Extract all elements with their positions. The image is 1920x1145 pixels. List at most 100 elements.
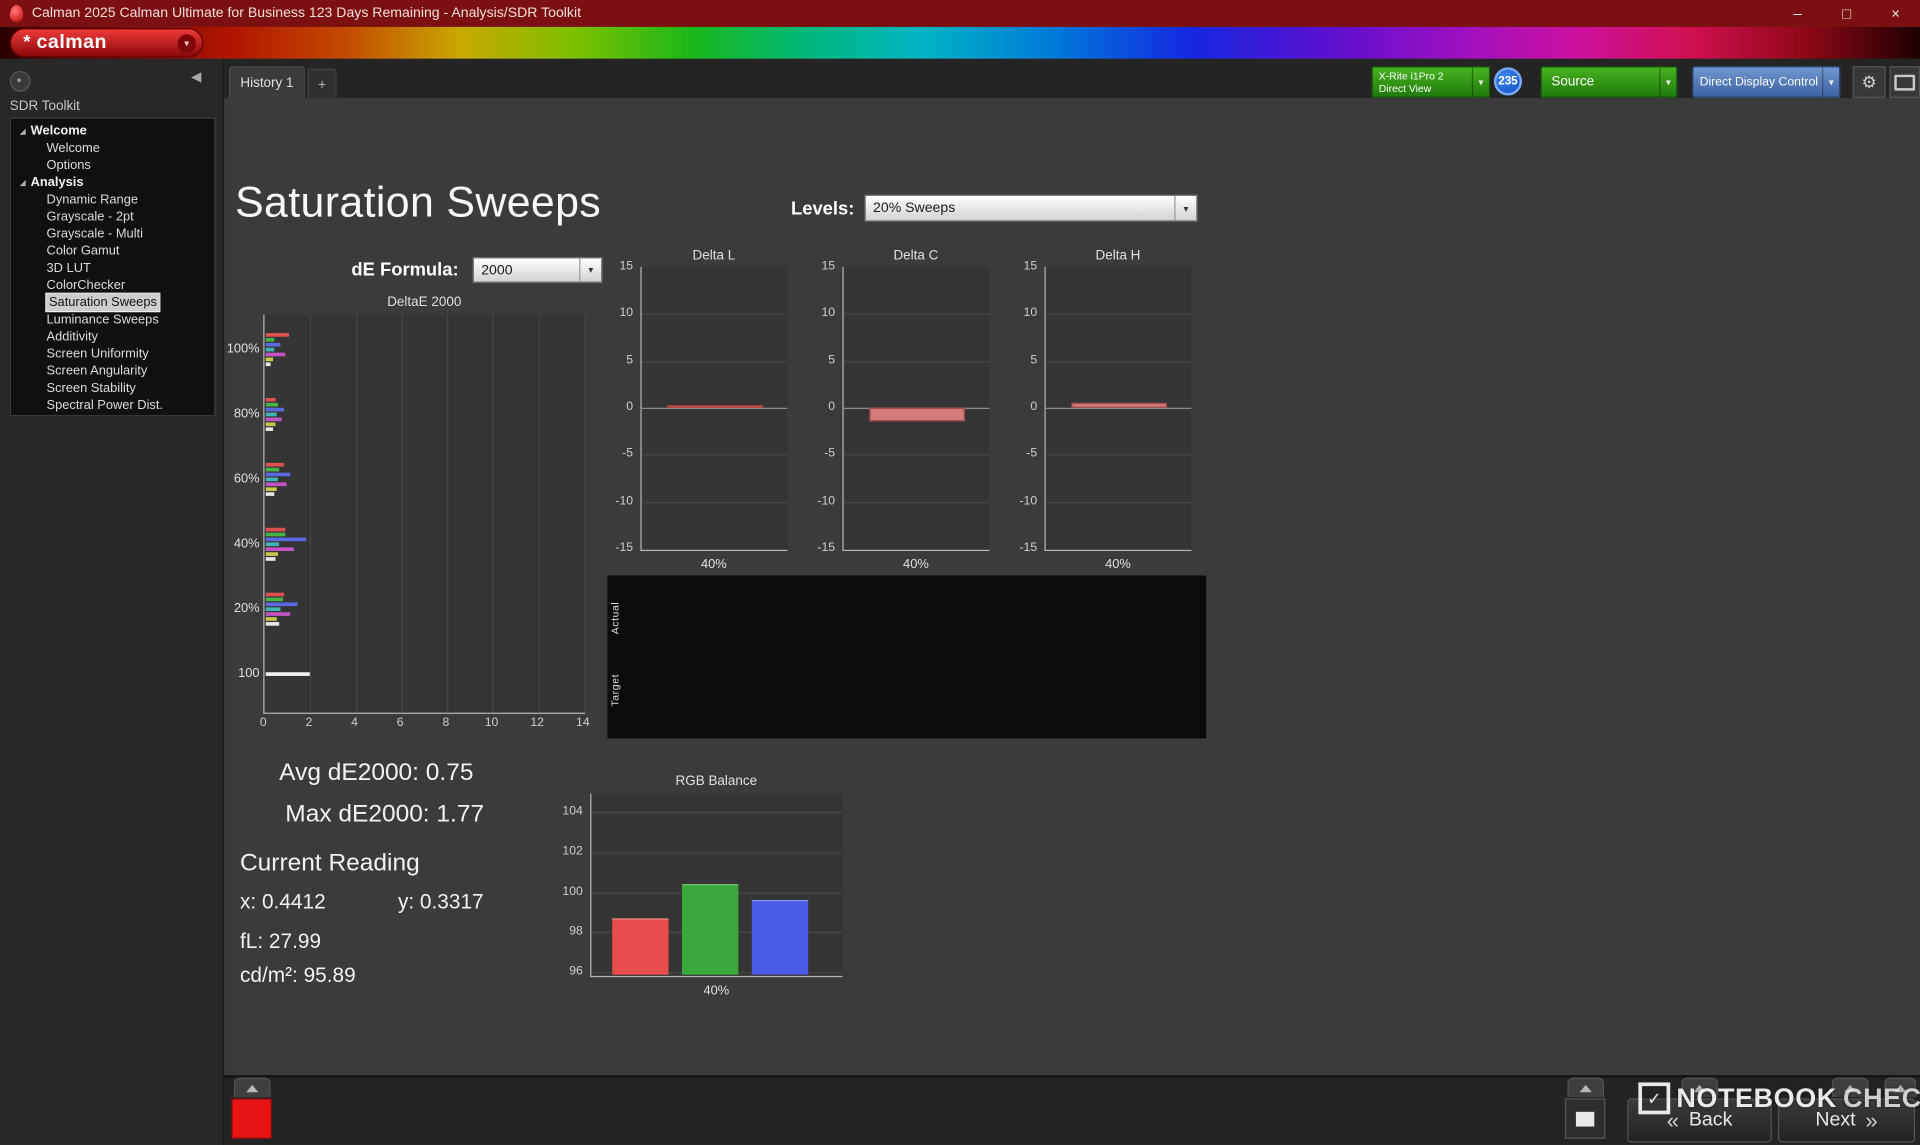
calman-menu-button[interactable]: * calman ▾ xyxy=(10,28,203,57)
brand-chevron-down-icon[interactable]: ▾ xyxy=(178,34,196,52)
display-select-button[interactable] xyxy=(1565,1098,1605,1138)
deltae-bar xyxy=(266,557,276,561)
sidebar-item-grayscale-2pt[interactable]: Grayscale - 2pt xyxy=(11,208,214,225)
meter-chevron-down-icon[interactable]: ▾ xyxy=(1472,67,1489,96)
sdr-tree: WelcomeWelcomeOptionsAnalysisDynamic Ran… xyxy=(10,118,216,417)
y-axis-tick-label: 96 xyxy=(546,965,583,978)
delta-h-title: Delta H xyxy=(1044,249,1191,264)
current-patch-button[interactable] xyxy=(231,1098,271,1138)
deltae-bar xyxy=(266,413,276,417)
sidebar-item-spectral-power-dist[interactable]: Spectral Power Dist. xyxy=(11,397,214,414)
sidebar-item-dynamic-range[interactable]: Dynamic Range xyxy=(11,191,214,208)
deltae-plot xyxy=(263,315,585,714)
y-axis-tick-label: 10 xyxy=(1000,307,1037,320)
delta-l-plot xyxy=(640,267,787,551)
y-axis-tick-label: -5 xyxy=(1000,447,1037,460)
calman-star-icon: * xyxy=(23,37,30,49)
sidebar-item-luminance-sweeps[interactable]: Luminance Sweeps xyxy=(11,311,214,328)
max-de2000: Max dE2000: 1.77 xyxy=(285,801,484,829)
sidebar-item-saturation-sweeps[interactable]: Saturation Sweeps xyxy=(11,294,214,311)
sidebar-item-screen-stability[interactable]: Screen Stability xyxy=(11,380,214,397)
notebookcheck-watermark: ✓ NOTEBOOK CHECK xyxy=(1638,1082,1920,1114)
levels-value: 20% Sweeps xyxy=(866,201,956,216)
grid-line xyxy=(1046,361,1192,362)
sidebar-item-options[interactable]: Options xyxy=(11,157,214,174)
titlebar: Calman 2025 Calman Ultimate for Business… xyxy=(0,0,1920,27)
sidebar-item-grayscale-multi[interactable]: Grayscale - Multi xyxy=(11,225,214,242)
settings-button[interactable]: ⚙ xyxy=(1853,66,1886,98)
close-button[interactable]: × xyxy=(1871,0,1920,27)
maximize-button[interactable]: □ xyxy=(1822,0,1871,27)
grid-line xyxy=(1046,314,1192,315)
sidebar-item-welcome[interactable]: Welcome xyxy=(11,122,214,139)
patch-eject-tab[interactable] xyxy=(234,1078,271,1098)
deltae-bar xyxy=(266,422,276,426)
deltae-bar xyxy=(266,478,278,482)
source-chevron-down-icon[interactable]: ▾ xyxy=(1659,67,1676,96)
delta-l-title: Delta L xyxy=(640,249,787,264)
sidebar-item-label: Welcome xyxy=(31,122,87,139)
de-formula-label: dE Formula: xyxy=(351,260,458,281)
y-axis-tick-label: 0 xyxy=(1000,400,1037,413)
display-control-dropdown[interactable]: Direct Display Control ▾ xyxy=(1692,66,1840,98)
gear-icon: ⚙ xyxy=(1861,72,1876,93)
expander-icon[interactable] xyxy=(20,128,26,134)
grid-line xyxy=(1046,408,1192,409)
y-axis-tick-label: 10 xyxy=(596,307,633,320)
display-control-label: Direct Display Control xyxy=(1693,75,1818,88)
y-axis-tick-label: 5 xyxy=(1000,353,1037,366)
rgb-bar-blue xyxy=(752,900,808,975)
grid-line xyxy=(591,812,842,813)
grid-line xyxy=(591,852,842,853)
deltae-bar xyxy=(266,547,294,551)
display-control-chevron-down-icon[interactable]: ▾ xyxy=(1822,67,1839,96)
de-formula-dropdown[interactable]: 2000 ▾ xyxy=(473,257,603,283)
deltae-bar xyxy=(266,362,271,366)
grid-line xyxy=(447,315,448,713)
pin-button[interactable] xyxy=(10,71,31,92)
check-icon: ✓ xyxy=(1647,1088,1661,1109)
add-tab-button[interactable]: + xyxy=(307,69,336,98)
deltae-bar xyxy=(266,482,287,486)
deltae-bar xyxy=(266,353,285,357)
y-axis-tick-label: 100 xyxy=(208,666,259,681)
display-eject-tab[interactable] xyxy=(1567,1078,1604,1098)
calman-drop-icon xyxy=(10,5,23,22)
y-axis-tick-label: 5 xyxy=(596,353,633,366)
source-label: Source xyxy=(1542,75,1594,90)
sidebar-item-additivity[interactable]: Additivity xyxy=(11,328,214,345)
x-axis-tick-label: 40% xyxy=(590,983,842,998)
current-reading-title: Current Reading xyxy=(240,850,420,878)
delta-h-bar xyxy=(1071,403,1167,408)
sidebar-item-screen-uniformity[interactable]: Screen Uniformity xyxy=(11,345,214,362)
sidebar-item-label: ColorChecker xyxy=(47,277,126,294)
rainbow-banner xyxy=(0,27,1920,59)
tab-history-1[interactable]: History 1 xyxy=(229,66,305,98)
deltae-bar xyxy=(266,398,276,402)
deltae-bar xyxy=(266,528,286,532)
sidebar-item-color-gamut[interactable]: Color Gamut xyxy=(11,242,214,259)
y-axis-tick-label: -15 xyxy=(798,541,835,554)
sidebar-item-analysis[interactable]: Analysis xyxy=(11,174,214,191)
notebookcheck-logo-icon: ✓ xyxy=(1638,1082,1670,1114)
sidebar-item-colorchecker[interactable]: ColorChecker xyxy=(11,277,214,294)
y-axis-tick-label: 15 xyxy=(596,260,633,273)
sidebar-item-welcome[interactable]: Welcome xyxy=(11,140,214,157)
grid-line xyxy=(642,408,788,409)
sidebar-item-3d-lut[interactable]: 3D LUT xyxy=(11,260,214,277)
sidebar-item-screen-angularity[interactable]: Screen Angularity xyxy=(11,362,214,379)
levels-dropdown[interactable]: 20% Sweeps ▾ xyxy=(864,195,1197,222)
expander-icon[interactable] xyxy=(20,179,26,185)
levels-chevron-down-icon[interactable]: ▾ xyxy=(1174,196,1196,220)
display-mode-button[interactable] xyxy=(1889,66,1920,98)
sidebar-collapse-button[interactable]: ◀ xyxy=(191,69,201,85)
sidebar-item-label: Screen Uniformity xyxy=(47,345,149,362)
y-axis-tick-label: -10 xyxy=(1000,494,1037,507)
reading-fl: fL: 27.99 xyxy=(240,929,321,953)
grid-line xyxy=(310,315,311,713)
meter-dropdown[interactable]: X-Rite i1Pro 2 Direct View ▾ xyxy=(1371,66,1490,98)
minimize-button[interactable]: – xyxy=(1773,0,1822,27)
source-dropdown[interactable]: Source ▾ xyxy=(1540,66,1677,98)
grid-line xyxy=(844,455,990,456)
x-axis-tick-label: 12 xyxy=(525,716,549,729)
